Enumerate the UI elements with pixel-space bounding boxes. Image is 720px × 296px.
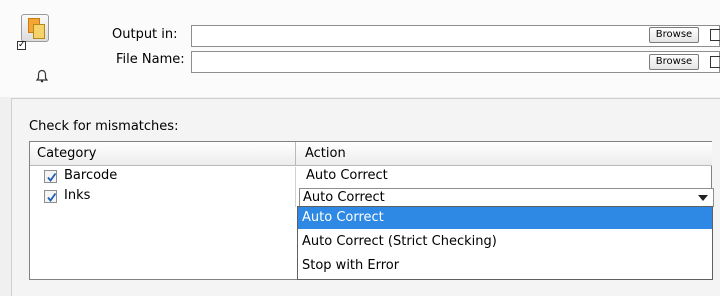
action-dropdown-list: Auto Correct Auto Correct (Strict Checki… [297,206,713,280]
option-auto-correct-strict[interactable]: Auto Correct (Strict Checking) [298,231,712,253]
action-column-header[interactable]: Action [296,142,712,166]
checkmark-icon [47,192,57,202]
page-front [33,24,45,39]
file-name-extra-button[interactable] [710,56,720,68]
barcode-category: Barcode [64,168,118,183]
output-in-field[interactable] [191,25,720,47]
table-row-barcode: Barcode [30,167,296,187]
dropdown-arrow-icon[interactable] [698,195,708,201]
checkmark-icon [47,172,57,182]
barcode-action-cell[interactable]: Auto Correct [296,167,712,187]
file-name-label: File Name: [116,52,185,67]
bell-icon[interactable] [35,69,49,83]
enable-output-checkbox[interactable]: ✓ [17,41,26,50]
document-pages-icon[interactable] [21,14,49,42]
table-row-inks: Inks [30,187,296,207]
inks-action-combobox[interactable]: Auto Correct [299,188,714,207]
mismatch-label: Check for mismatches: [29,119,179,134]
inks-checkbox[interactable] [44,190,57,203]
barcode-checkbox[interactable] [44,170,57,183]
file-name-browse-button[interactable]: Browse [649,54,699,70]
category-column-header[interactable]: Category [30,142,296,166]
inks-category: Inks [64,188,91,203]
file-name-field[interactable] [191,51,720,73]
option-stop-with-error[interactable]: Stop with Error [298,255,712,277]
barcode-action: Auto Correct [306,168,388,183]
output-settings-area [0,0,720,97]
inks-action: Auto Correct [303,190,385,205]
output-in-browse-button[interactable]: Browse [649,27,699,43]
output-in-extra-button[interactable] [710,29,720,41]
output-in-label: Output in: [112,27,178,42]
option-auto-correct[interactable]: Auto Correct [298,207,712,229]
